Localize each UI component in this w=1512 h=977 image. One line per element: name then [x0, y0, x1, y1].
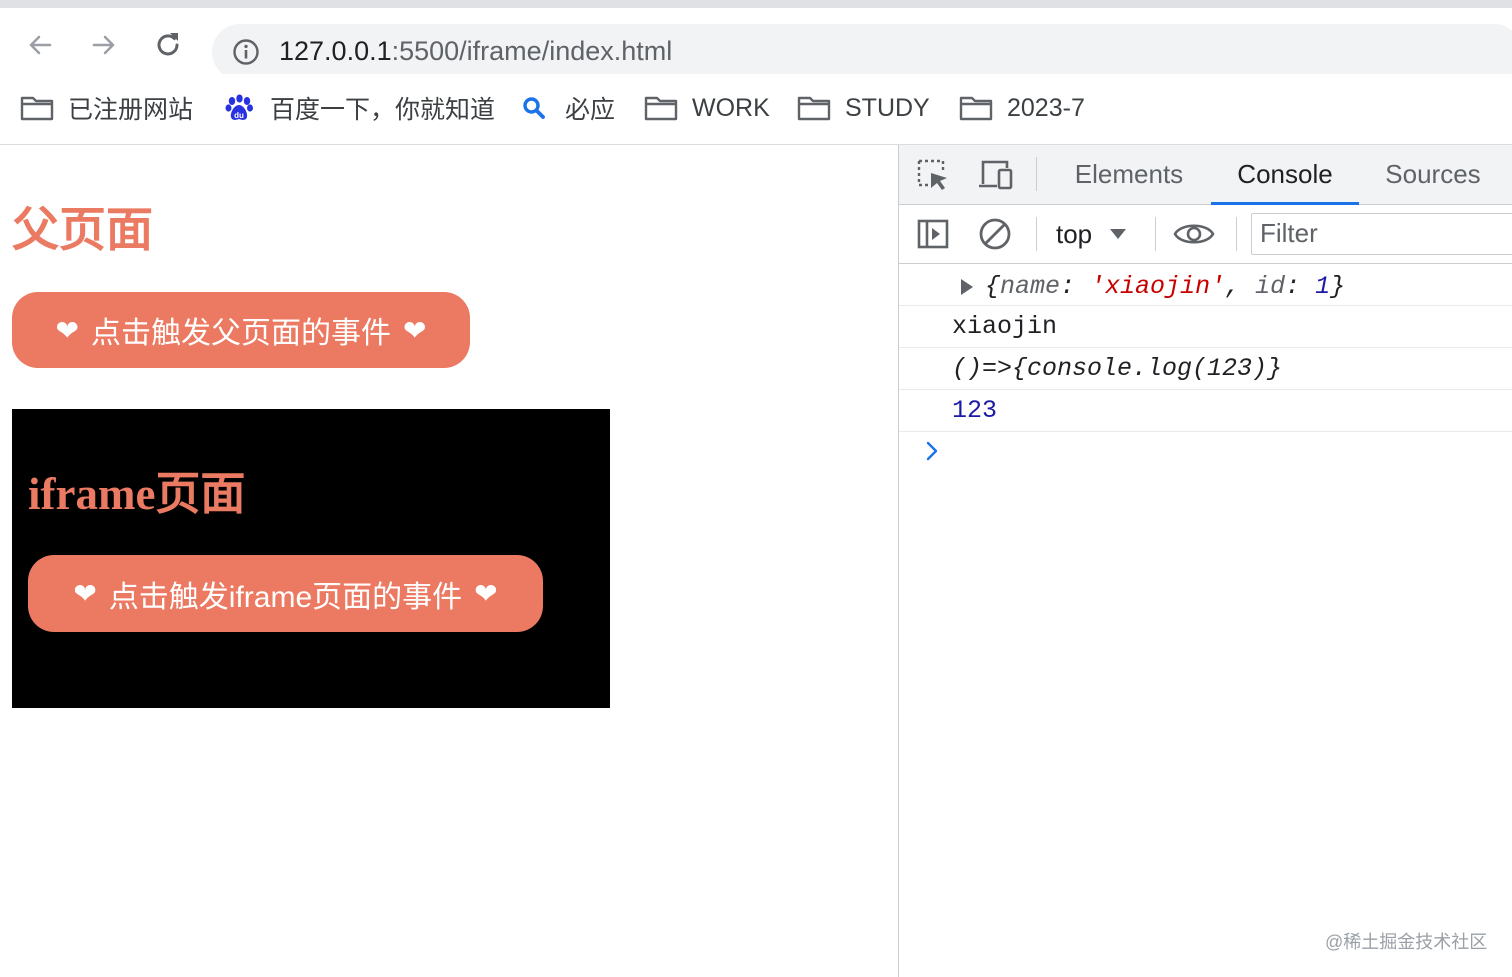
console-toolbar: top — [899, 205, 1512, 264]
heart-icon: ❤ — [55, 314, 79, 346]
bookmark-label: 2023-7 — [1007, 93, 1085, 122]
back-button[interactable] — [20, 25, 60, 65]
page-viewport: 父页面 ❤ 点击触发父页面的事件 ❤ iframe页面 ❤ 点击触发iframe页面的… — [0, 145, 898, 977]
parent-event-button-label: 点击触发父页面的事件 — [91, 317, 391, 350]
toolbar-divider — [1236, 217, 1237, 251]
arrow-right-icon — [92, 35, 115, 55]
window-top-strip — [0, 0, 1512, 8]
dropdown-arrow-icon — [1110, 229, 1127, 239]
watermark: @稀土掘金技术社区 — [1325, 932, 1488, 952]
folder-icon — [644, 94, 678, 122]
comma: , — [1225, 272, 1256, 301]
console-message[interactable]: xiaojin — [899, 306, 1512, 348]
colon: : — [1060, 272, 1091, 301]
object-key-name: name — [1000, 272, 1061, 301]
iframe-event-button-label: 点击触发iframe页面的事件 — [108, 580, 463, 614]
iframe-title: iframe页面 — [28, 469, 246, 519]
bookmark-label: WORK — [692, 93, 770, 122]
toolbar-divider — [1036, 157, 1037, 191]
bookmark-item[interactable]: 必应 — [517, 91, 615, 125]
brace-close: } — [1330, 272, 1346, 301]
sidebar-toggle-icon[interactable] — [915, 216, 951, 252]
page-title: 父页面 — [12, 205, 153, 257]
console-message-object[interactable]: {name: 'xiaojin', id: 1} — [899, 264, 1512, 306]
console-message-number: 123 — [952, 396, 998, 425]
filter-box — [1251, 213, 1512, 255]
object-key-id: id — [1255, 272, 1286, 301]
devtools-panel: Elements Console Sources top {name: 'xia… — [898, 145, 1512, 977]
heart-icon: ❤ — [73, 578, 97, 609]
expand-triangle-icon[interactable] — [961, 279, 973, 295]
heart-icon: ❤ — [474, 578, 498, 609]
forward-button[interactable] — [84, 25, 124, 65]
device-toolbar-icon[interactable] — [977, 157, 1015, 193]
console-message-text: xiaojin — [952, 312, 1058, 341]
tab-console[interactable]: Console — [1211, 145, 1359, 205]
bookmarks-bar: 已注册网站 du 百度一下，你就知道 必应 WORK STUDY 2023-7 — [0, 74, 1512, 145]
toolbar-divider — [1155, 217, 1156, 251]
filter-input[interactable] — [1252, 214, 1512, 252]
tab-sources[interactable]: Sources — [1369, 145, 1497, 204]
reload-icon — [157, 33, 179, 56]
reload-button[interactable] — [148, 25, 188, 65]
brace-open: { — [985, 272, 1001, 301]
console-prompt[interactable] — [899, 432, 1512, 473]
bookmark-item[interactable]: WORK — [644, 91, 770, 125]
console-message[interactable]: 123 — [899, 390, 1512, 432]
bookmark-item[interactable]: 已注册网站 — [20, 91, 193, 125]
bookmark-label: 已注册网站 — [68, 96, 194, 124]
clear-console-icon[interactable] — [977, 216, 1013, 252]
bookmark-label: STUDY — [845, 93, 930, 122]
bookmark-item[interactable]: 2023-7 — [959, 91, 1085, 125]
url-text[interactable]: 127.0.0.1:5500/iframe/index.html — [279, 36, 672, 67]
devtools-tabbar: Elements Console Sources — [899, 145, 1512, 205]
heart-icon: ❤ — [403, 314, 427, 346]
console-message-text: ()=>{console.log(123)} — [952, 354, 1283, 383]
object-value-id: 1 — [1315, 272, 1331, 301]
bookmark-item[interactable]: STUDY — [797, 91, 930, 125]
folder-icon — [959, 94, 993, 122]
tab-elements[interactable]: Elements — [1061, 145, 1197, 204]
svg-text:du: du — [234, 111, 244, 120]
folder-icon — [797, 94, 831, 122]
live-expression-eye-icon[interactable] — [1173, 216, 1215, 252]
inspect-element-icon[interactable] — [915, 157, 951, 193]
context-label: top — [1056, 218, 1093, 249]
folder-icon — [20, 94, 54, 122]
colon: : — [1285, 272, 1316, 301]
url-path: :5500/iframe/index.html — [391, 36, 673, 66]
console-output: {name: 'xiaojin', id: 1} xiaojin ()=>{co… — [899, 264, 1512, 473]
iframe-event-button[interactable]: ❤ 点击触发iframe页面的事件 ❤ — [28, 555, 543, 632]
url-host: 127.0.0.1 — [279, 36, 392, 66]
toolbar-divider — [1036, 217, 1037, 251]
bookmark-label: 百度一下，你就知道 — [270, 96, 496, 124]
prompt-chevron-icon — [925, 440, 939, 470]
site-info-icon[interactable] — [232, 38, 260, 66]
address-bar[interactable]: 127.0.0.1:5500/iframe/index.html — [212, 24, 1512, 80]
object-preview: {name: 'xiaojin', id: 1} — [985, 272, 1345, 301]
object-value-name: 'xiaojin' — [1090, 272, 1226, 301]
baidu-paw-icon: du — [222, 94, 256, 122]
bookmark-item[interactable]: du 百度一下，你就知道 — [222, 91, 495, 125]
context-selector[interactable]: top — [1056, 217, 1128, 251]
parent-event-button[interactable]: ❤ 点击触发父页面的事件 ❤ — [12, 292, 470, 368]
console-message[interactable]: ()=>{console.log(123)} — [899, 348, 1512, 390]
arrow-left-icon — [29, 35, 52, 55]
search-icon — [517, 94, 551, 122]
bookmark-label: 必应 — [565, 96, 616, 124]
iframe-frame: iframe页面 ❤ 点击触发iframe页面的事件 ❤ — [12, 409, 610, 708]
browser-toolbar: 127.0.0.1:5500/iframe/index.html — [0, 8, 1512, 80]
